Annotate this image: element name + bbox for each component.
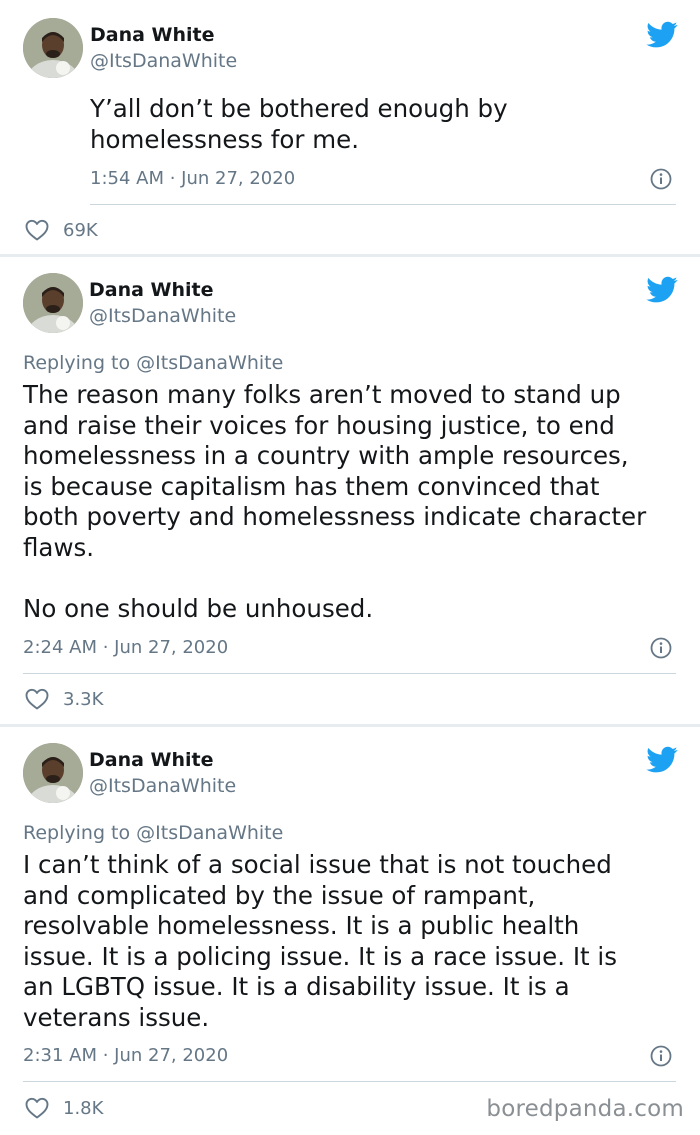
like-button[interactable]: 69K: [25, 218, 98, 242]
twitter-bird-icon[interactable]: [646, 21, 678, 49]
tweet-card-3: Dana White @ItsDanaWhite Replying to @It…: [0, 727, 700, 1135]
like-count: 1.8K: [63, 1097, 104, 1119]
avatar[interactable]: [23, 18, 83, 78]
twitter-bird-icon[interactable]: [646, 276, 678, 304]
tweet-timestamp[interactable]: 2:24 AM · Jun 27, 2020: [23, 637, 228, 659]
author-name[interactable]: Dana White: [90, 24, 215, 46]
author-handle[interactable]: @ItsDanaWhite: [89, 305, 236, 327]
heart-icon: [25, 219, 49, 241]
divider: [23, 1081, 676, 1082]
avatar[interactable]: [23, 273, 83, 333]
like-button[interactable]: 3.3K: [25, 687, 103, 711]
replying-to[interactable]: Replying to @ItsDanaWhite: [23, 822, 283, 844]
author-name[interactable]: Dana White: [89, 749, 214, 771]
author-handle[interactable]: @ItsDanaWhite: [90, 50, 237, 72]
divider: [90, 204, 676, 205]
like-count: 69K: [63, 219, 98, 241]
divider: [23, 673, 676, 674]
info-icon[interactable]: [650, 637, 672, 659]
tweet-timestamp[interactable]: 2:31 AM · Jun 27, 2020: [23, 1045, 228, 1067]
heart-icon: [25, 1097, 49, 1119]
like-count: 3.3K: [63, 688, 104, 710]
watermark: boredpanda.com: [486, 1096, 684, 1122]
twitter-bird-icon[interactable]: [646, 746, 678, 774]
avatar[interactable]: [23, 743, 83, 803]
replying-to[interactable]: Replying to @ItsDanaWhite: [23, 352, 283, 374]
like-button[interactable]: 1.8K: [25, 1096, 103, 1120]
author-handle[interactable]: @ItsDanaWhite: [89, 775, 236, 797]
info-icon[interactable]: [650, 1045, 672, 1067]
heart-icon: [25, 688, 49, 710]
tweet-card-2: Dana White @ItsDanaWhite Replying to @It…: [0, 257, 700, 724]
tweet-text: I can’t think of a social issue that is …: [23, 850, 618, 1032]
tweet-text: The reason many folks aren’t moved to st…: [23, 380, 647, 624]
tweet-text: Y’all don’t be bothered enough by homele…: [90, 94, 508, 154]
tweet-timestamp[interactable]: 1:54 AM · Jun 27, 2020: [90, 168, 295, 190]
info-icon[interactable]: [650, 168, 672, 190]
author-name[interactable]: Dana White: [89, 279, 214, 301]
tweet-card-1: Dana White @ItsDanaWhite Y’all don’t be …: [0, 0, 700, 254]
